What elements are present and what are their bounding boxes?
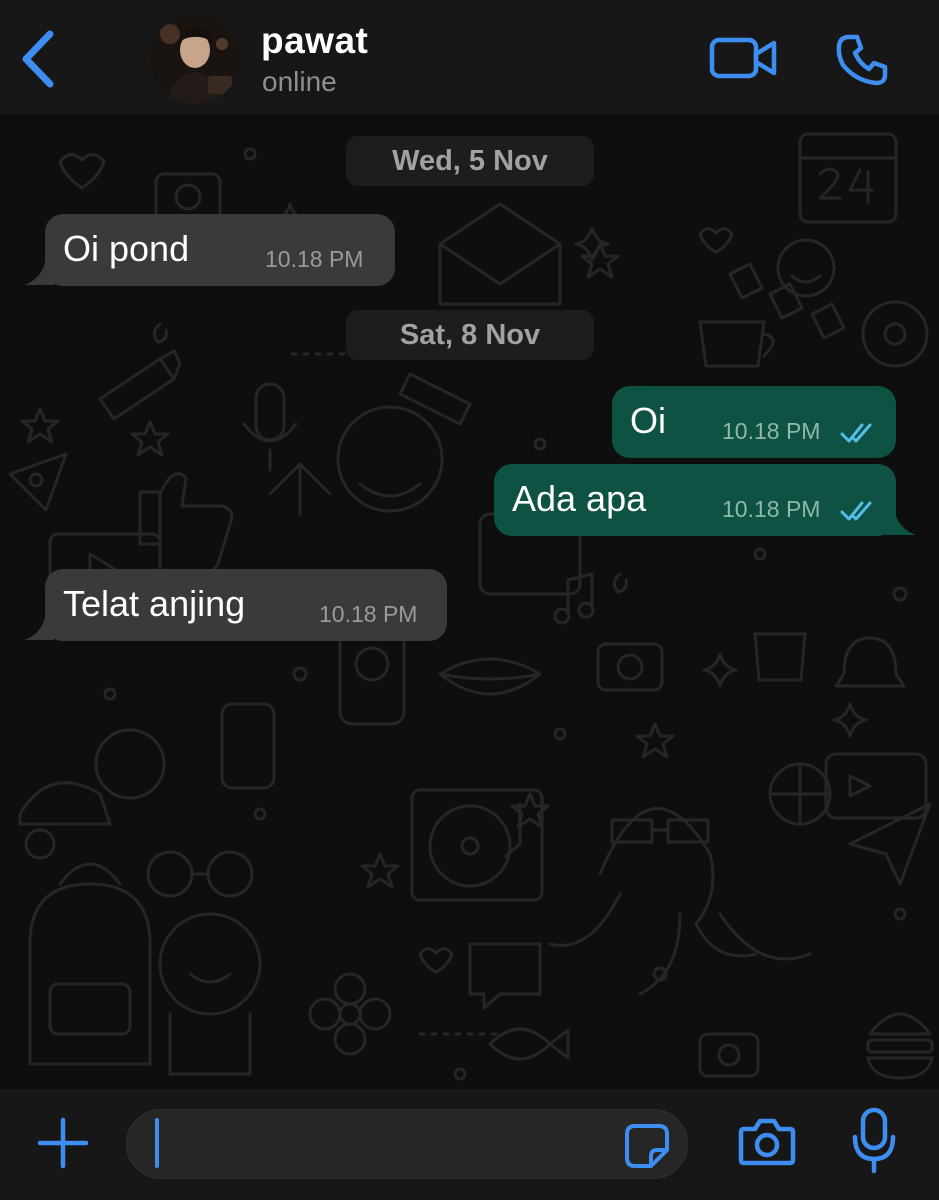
contact-status: online [262,66,337,97]
sticker-icon [625,1124,669,1168]
message-time: 10.18 PM [265,246,364,272]
incoming-message[interactable]: Oi pond 10.18 PM [24,214,395,286]
microphone-button[interactable] [852,1107,896,1175]
text-caret [155,1118,159,1168]
message-text: Ada apa [512,478,647,519]
chat-messages[interactable]: Wed, 5 Nov Oi pond 10.18 PM Sat, 8 Nov O… [0,114,939,1090]
message-input[interactable] [155,1120,629,1170]
bubble-tail [886,509,916,535]
chat-header: pawat online [0,0,939,114]
voice-call-button[interactable] [834,32,890,88]
composer-bar [0,1090,939,1200]
double-check-icon [840,423,872,443]
chat-screen: pawat online Wed, 5 Nov Oi pond 10.18 PM… [0,0,939,1200]
plus-icon [37,1117,89,1169]
message-time: 10.18 PM [722,418,821,444]
microphone-icon [852,1107,896,1174]
outgoing-message[interactable]: Oi 10.18 PM [612,386,896,458]
video-camera-icon [709,37,777,79]
video-call-button[interactable] [708,32,780,84]
double-check-icon [840,501,872,521]
bubble-tail [24,259,54,285]
camera-button[interactable] [738,1115,796,1167]
chevron-left-icon [22,30,54,88]
camera-icon [738,1118,796,1166]
outgoing-message[interactable]: Ada apa 10.18 PM [494,464,916,536]
message-time: 10.18 PM [319,601,418,627]
phone-icon [836,34,888,86]
attach-button[interactable] [36,1116,90,1170]
message-text: Oi pond [63,228,190,269]
avatar[interactable] [150,14,240,104]
incoming-message[interactable]: Telat anjing 10.18 PM [24,569,447,641]
message-input-field[interactable] [126,1109,688,1179]
sticker-button[interactable] [623,1122,671,1170]
bubble-tail [24,614,54,640]
message-text: Oi [630,400,666,441]
message-text: Telat anjing [63,583,246,624]
date-separator: Sat, 8 Nov [346,310,594,360]
contact-name[interactable]: pawat [261,20,368,62]
date-separator: Wed, 5 Nov [346,136,594,186]
back-button[interactable] [14,24,66,94]
message-time: 10.18 PM [722,496,821,522]
